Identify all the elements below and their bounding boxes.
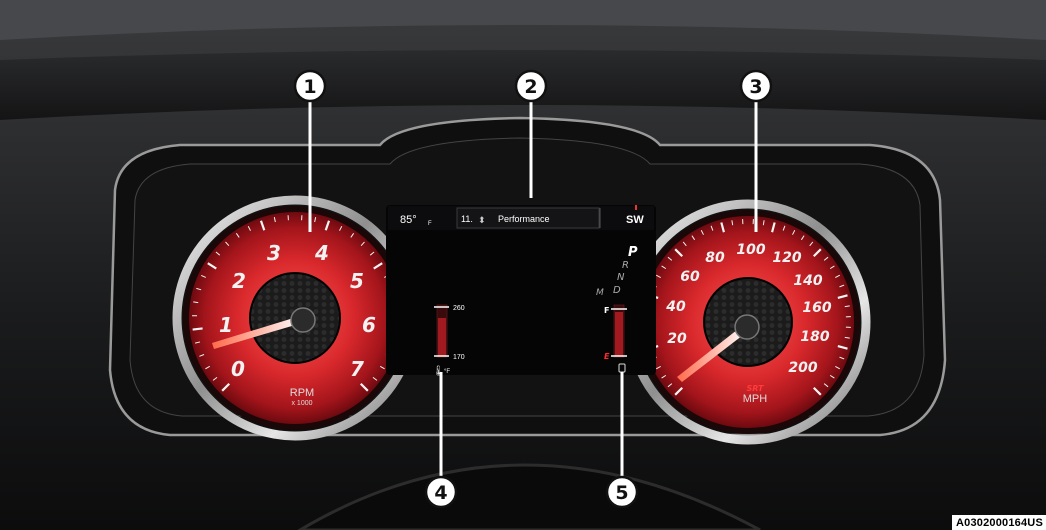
speedometer: 20 40 60 80 100 120 140 160 180 200 SRT … [625, 199, 871, 445]
compass-heading: SW [626, 214, 644, 226]
coolant-low-label: 170 [453, 354, 465, 361]
callout-3-number: 3 [749, 76, 762, 98]
coolant-gauge-fill [438, 318, 446, 356]
fuel-full-label: F [604, 306, 609, 315]
callout-1-number: 1 [303, 76, 316, 98]
gear-p: P [628, 245, 638, 260]
speedometer-unit: MPH [743, 393, 768, 405]
manual-mode-m: M [596, 288, 604, 298]
outside-temperature: 85° [400, 214, 417, 226]
fuel-gauge-fill [615, 312, 623, 356]
instrument-cluster-photo: 0 1 2 3 4 5 6 7 RPM x 1000 20 40 60 80 1… [0, 0, 1046, 530]
speedometer-number-20: 20 [667, 331, 687, 347]
menu-title: Performance [498, 214, 550, 224]
center-display: 85° F 11. ⬍ Performance SW P R N D M 260… [386, 205, 656, 377]
speedometer-number-40: 40 [665, 299, 686, 315]
tachometer-scale: x 1000 [291, 400, 312, 407]
menu-index: 11. [461, 214, 473, 224]
speedometer-number-140: 140 [793, 273, 822, 289]
speedometer-number-80: 80 [705, 250, 725, 266]
speedometer-number-160: 160 [802, 300, 831, 316]
callout-5-number: 5 [615, 482, 628, 504]
callout-4-number: 4 [434, 482, 447, 504]
tachometer-needle-cap [290, 307, 316, 333]
tachometer-number-6: 6 [362, 313, 376, 337]
tachometer-number-1: 1 [219, 313, 233, 337]
menu-arrows-icon: ⬍ [478, 216, 486, 226]
speedometer-number-100: 100 [736, 242, 765, 258]
speedometer-number-200: 200 [788, 360, 817, 376]
speedometer-number-180: 180 [800, 329, 829, 345]
tachometer-number-3: 3 [267, 241, 281, 265]
coolant-unit: °F [444, 369, 450, 375]
speedometer-needle-cap [734, 314, 760, 340]
gear-r: R [622, 260, 629, 271]
tachometer-unit: RPM [290, 387, 314, 399]
outside-temperature-unit: F [428, 221, 432, 227]
tachometer-number-5: 5 [350, 269, 364, 293]
coolant-temperature-icon: 🌡 [432, 365, 445, 377]
fuel-empty-label: E [604, 352, 610, 361]
tachometer-number-7: 7 [350, 357, 364, 381]
speedometer-number-60: 60 [680, 269, 700, 285]
speedometer-number-120: 120 [772, 250, 801, 266]
tachometer-number-0: 0 [231, 357, 245, 381]
speedometer-badge: SRT [746, 384, 764, 393]
gear-n: N [617, 272, 625, 283]
tachometer-number-4: 4 [314, 241, 329, 265]
gear-d: D [613, 285, 621, 296]
coolant-high-label: 260 [453, 305, 465, 312]
reference-code: A0302000164US [951, 515, 1046, 530]
tachometer-tick [192, 327, 203, 331]
tachometer-number-2: 2 [232, 269, 246, 293]
tachometer: 0 1 2 3 4 5 6 7 RPM x 1000 [172, 195, 418, 441]
callout-2-number: 2 [524, 76, 537, 98]
